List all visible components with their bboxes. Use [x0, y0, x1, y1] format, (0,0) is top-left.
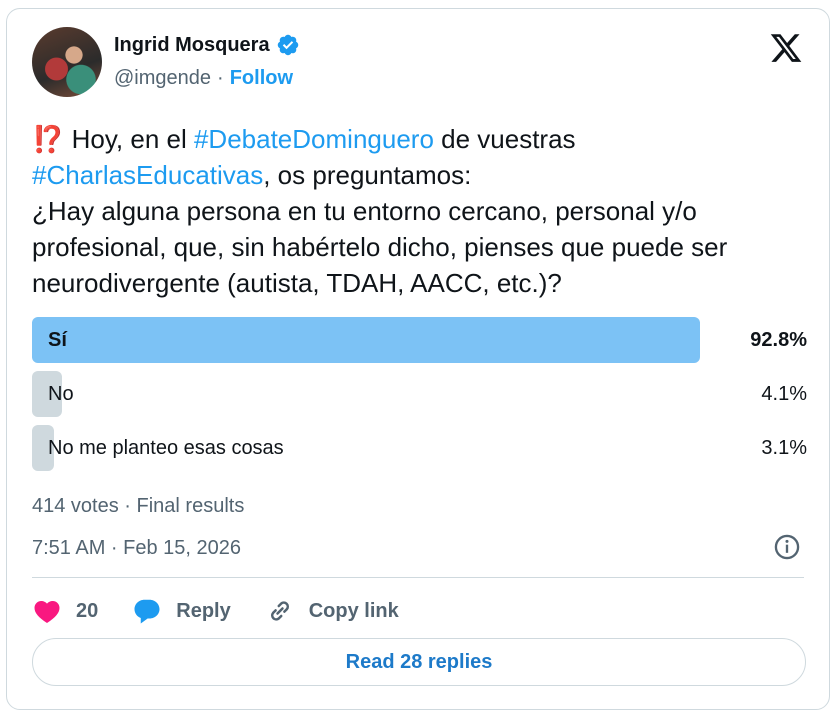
- action-bar: 20 Reply Copy link: [32, 593, 433, 629]
- follow-button[interactable]: Follow: [230, 67, 293, 90]
- poll-option-label: No me planteo esas cosas: [48, 437, 284, 459]
- info-icon[interactable]: [773, 533, 801, 561]
- link-icon: [270, 601, 289, 621]
- copy-link-button[interactable]: Copy link: [265, 596, 399, 626]
- poll: Sí 92.8% No 4.1% No me planteo esas cosas 3.1…: [32, 317, 807, 479]
- verified-badge-icon: [277, 34, 298, 56]
- tweet-question: ¿Hay alguna persona en tu entorno cercan…: [32, 196, 735, 298]
- interrobang-emoji: ⁉️: [32, 124, 65, 154]
- divider: [32, 577, 804, 578]
- author-name[interactable]: Ingrid Mosquera: [114, 34, 270, 57]
- like-button[interactable]: 20: [32, 596, 98, 626]
- tweet-card: Ingrid Mosquera @imgende · Follow ⁉️ Hoy…: [6, 8, 830, 710]
- avatar[interactable]: [32, 27, 102, 97]
- author-handle-row: @imgende · Follow: [114, 67, 293, 90]
- poll-option: No me planteo esas cosas 3.1%: [32, 425, 807, 471]
- poll-option-bar: [32, 317, 701, 363]
- reply-bubble-icon: [134, 599, 160, 624]
- poll-option-percent: 4.1%: [761, 383, 807, 405]
- poll-option-percent: 92.8%: [750, 329, 807, 351]
- hashtag-debate-dominguero[interactable]: #DebateDominguero: [194, 124, 434, 154]
- author-handle[interactable]: @imgende: [114, 67, 211, 90]
- reply-label: Reply: [176, 599, 231, 622]
- reply-button[interactable]: Reply: [132, 596, 231, 626]
- poll-option: No 4.1%: [32, 371, 807, 417]
- tweet-text-part: Hoy, en el: [64, 124, 194, 154]
- read-replies-button[interactable]: Read 28 replies: [32, 638, 806, 686]
- poll-option-label: No: [48, 383, 74, 405]
- copy-link-label: Copy link: [308, 599, 399, 622]
- tweet-text-part: de vuestras: [433, 124, 576, 154]
- poll-summary: 414 votes · Final results: [32, 495, 245, 517]
- x-logo-icon[interactable]: [769, 31, 803, 65]
- poll-option: Sí 92.8%: [32, 317, 807, 363]
- hashtag-charlas-educativas[interactable]: #CharlasEducativas: [32, 160, 263, 190]
- heart-icon: [34, 601, 60, 624]
- tweet-text: ⁉️ Hoy, en el #DebateDominguero de vuest…: [32, 121, 812, 301]
- author-name-row: Ingrid Mosquera: [114, 33, 300, 57]
- tweet-timestamp[interactable]: 7:51 AM · Feb 15, 2026: [32, 537, 241, 560]
- poll-option-percent: 3.1%: [761, 437, 807, 459]
- poll-option-label: Sí: [48, 329, 67, 351]
- tweet-text-part: , os preguntamos:: [263, 160, 472, 190]
- separator-dot: ·: [217, 67, 224, 89]
- like-count: 20: [76, 599, 99, 622]
